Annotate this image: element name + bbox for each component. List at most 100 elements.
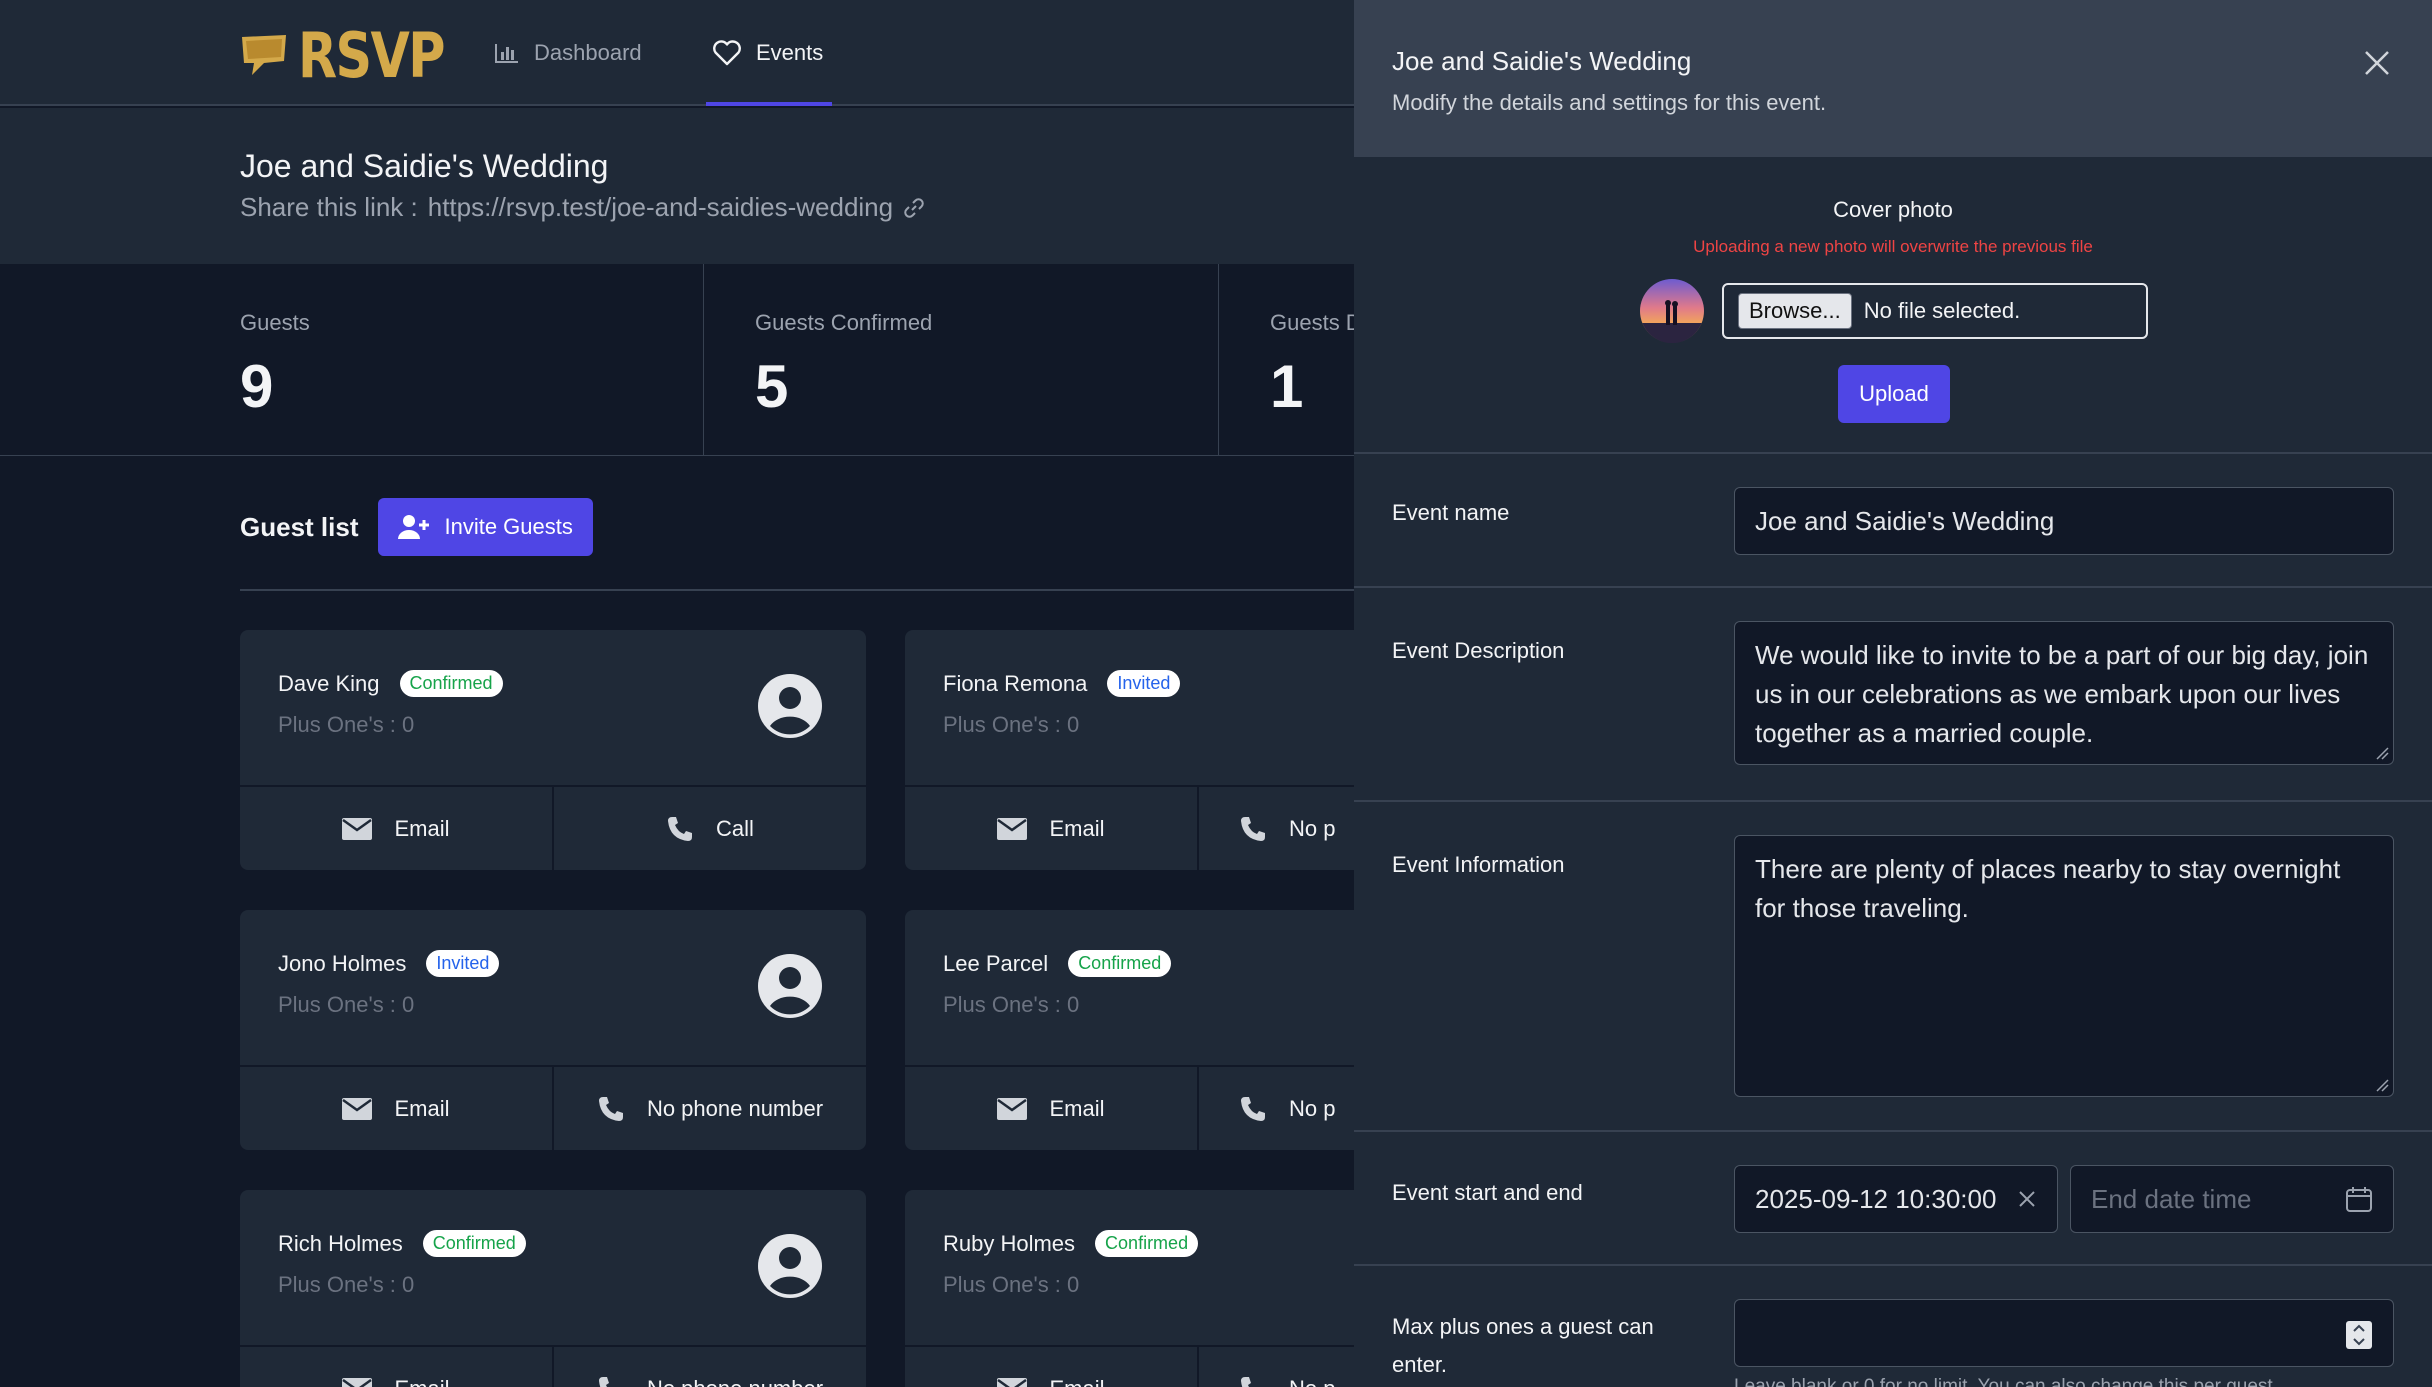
nav-dashboard[interactable]: Dashboard <box>494 0 642 106</box>
resize-handle-icon[interactable] <box>2375 746 2389 760</box>
email-label: Email <box>1049 815 1105 841</box>
email-guest-button[interactable]: Email <box>240 1067 552 1150</box>
resize-handle-icon[interactable] <box>2375 1078 2389 1092</box>
stat-label: Guests Confirmed <box>755 310 933 335</box>
nav-events[interactable]: Events <box>712 0 823 106</box>
cover-photo-warning: Uploading a new photo will overwrite the… <box>1693 237 2093 256</box>
guest-card: Fiona Remona Invited Plus One's : 0 Emai… <box>905 630 1354 870</box>
guest-card: Lee Parcel Confirmed Plus One's : 0 Emai… <box>905 910 1354 1150</box>
event-description-textarea[interactable]: We would like to invite to be a part of … <box>1734 621 2394 765</box>
user-avatar-icon <box>758 954 822 1018</box>
guest-card: Jono Holmes Invited Plus One's : 0 Email… <box>240 910 866 1150</box>
event-title: Joe and Saidie's Wedding <box>240 148 609 184</box>
guest-plus-ones: Plus One's : 0 <box>278 992 415 1017</box>
share-link-row: Share this link : https://rsvp.test/joe-… <box>240 192 925 223</box>
guest-name: Jono Holmes <box>278 950 407 976</box>
phone-guest-button[interactable]: No p <box>1197 787 1354 870</box>
start-date-input[interactable]: 2025-09-12 10:30:00 <box>1734 1165 2058 1233</box>
upload-button[interactable]: Upload <box>1838 365 1950 423</box>
phone-icon <box>668 816 693 841</box>
call-guest-button[interactable]: Call <box>552 787 866 870</box>
user-avatar-icon <box>758 1234 822 1298</box>
link-icon[interactable] <box>903 197 925 219</box>
envelope-icon <box>997 1377 1028 1387</box>
user-avatar-icon <box>758 674 822 738</box>
stat-label: Guests <box>240 310 310 335</box>
max-plus-ones-input[interactable] <box>1734 1299 2394 1367</box>
email-guest-button[interactable]: Email <box>905 1067 1197 1150</box>
phone-label: No p <box>1289 1376 1335 1387</box>
guest-card: Rich Holmes Confirmed Plus One's : 0 Ema… <box>240 1190 866 1387</box>
cover-photo-label: Cover photo <box>1833 197 1953 222</box>
nav-dashboard-label: Dashboard <box>534 40 642 65</box>
event-header: Joe and Saidie's Wedding Share this link… <box>0 108 1354 264</box>
guest-name: Lee Parcel <box>943 950 1049 976</box>
end-date-input[interactable]: End date time <box>2070 1165 2394 1233</box>
email-guest-button[interactable]: Email <box>240 1347 552 1387</box>
phone-guest-button[interactable]: No phone number <box>552 1067 866 1150</box>
stat-divider <box>1218 264 1219 456</box>
rsvp-logo[interactable]: RSVP <box>240 19 476 92</box>
email-guest-button[interactable]: Email <box>905 787 1197 870</box>
event-dates-label: Event start and end <box>1392 1180 1583 1205</box>
phone-guest-button[interactable]: No p <box>1197 1067 1354 1150</box>
stat-value: 5 <box>755 353 789 420</box>
phone-guest-button[interactable]: No phone number <box>552 1347 866 1387</box>
envelope-icon <box>997 817 1028 840</box>
invite-guests-button[interactable]: Invite Guests <box>378 498 593 556</box>
phone-label: No phone number <box>647 1376 823 1387</box>
app-main: RSVP Dashboard Events Joe and Saidie's W… <box>0 0 1354 1387</box>
nav-active-indicator <box>706 102 832 106</box>
phone-label: No phone number <box>646 1095 824 1121</box>
phone-label: No p <box>1289 815 1336 841</box>
guest-plus-ones: Plus One's : 0 <box>278 712 415 737</box>
email-guest-button[interactable]: Email <box>240 787 552 870</box>
calendar-icon[interactable] <box>2345 1185 2373 1213</box>
status-badge: Invited <box>1107 670 1181 697</box>
phone-icon <box>1241 1096 1265 1121</box>
share-url[interactable]: https://rsvp.test/joe-and-saidies-weddin… <box>428 192 893 223</box>
email-label: Email <box>1049 1376 1104 1387</box>
panel-title: Joe and Saidie's Wedding <box>1392 46 1692 76</box>
event-information-row: Event Information There are plenty of pl… <box>1354 802 2432 1132</box>
envelope-icon <box>342 1377 373 1387</box>
email-guest-button[interactable]: Email <box>905 1347 1197 1387</box>
status-badge: Confirmed <box>399 670 503 697</box>
guest-plus-ones: Plus One's : 0 <box>943 1272 1080 1297</box>
chart-bar-icon <box>495 44 518 63</box>
phone-icon <box>598 1376 609 1387</box>
start-date-value: 2025-09-12 10:30:00 <box>1755 1183 1997 1214</box>
guest-name: Fiona Remona <box>943 670 1088 696</box>
close-icon[interactable] <box>2362 48 2392 78</box>
browse-button[interactable]: Browse... <box>1738 293 1852 329</box>
status-badge: Invited <box>426 950 500 977</box>
edit-event-panel: Joe and Saidie's Wedding Modify the deta… <box>1354 0 2432 1387</box>
event-description-label: Event Description <box>1392 638 1565 663</box>
end-date-placeholder: End date time <box>2091 1183 2252 1214</box>
phone-guest-button[interactable]: No p <box>1197 1347 1354 1387</box>
file-input[interactable]: Browse... No file selected. <box>1722 283 2148 339</box>
guest-card: Dave King Confirmed Plus One's : 0 Email… <box>240 630 866 870</box>
panel-header: Joe and Saidie's Wedding Modify the deta… <box>1354 0 2432 157</box>
nav-events-label: Events <box>756 40 824 65</box>
heart-icon <box>713 40 741 66</box>
cover-photo-thumbnail <box>1640 279 1704 343</box>
email-label: Email <box>1049 1095 1105 1121</box>
event-information-textarea[interactable]: There are plenty of places nearby to sta… <box>1734 835 2394 1097</box>
max-plus-ones-hint: Leave blank or 0 for no limit. You can a… <box>1734 1376 2278 1387</box>
file-status: No file selected. <box>1863 298 2021 323</box>
event-name-value: Joe and Saidie's Wedding <box>1755 506 2055 536</box>
phone-label: No p <box>1289 1095 1336 1121</box>
guest-list-header: Guest list Invite Guests <box>240 498 593 556</box>
guest-name: Rich Holmes <box>278 1230 403 1256</box>
guest-plus-ones: Plus One's : 0 <box>943 712 1080 737</box>
phone-icon <box>598 1096 623 1121</box>
stat-divider <box>703 264 704 456</box>
clear-icon[interactable] <box>2017 1189 2037 1209</box>
event-name-input[interactable]: Joe and Saidie's Wedding <box>1734 487 2394 555</box>
top-navigation: RSVP Dashboard Events <box>0 0 1354 106</box>
share-prefix: Share this link : <box>240 192 418 222</box>
number-stepper-icon[interactable] <box>2345 1320 2373 1350</box>
cover-photo-image <box>1640 279 1704 343</box>
status-badge: Confirmed <box>1095 1230 1199 1257</box>
